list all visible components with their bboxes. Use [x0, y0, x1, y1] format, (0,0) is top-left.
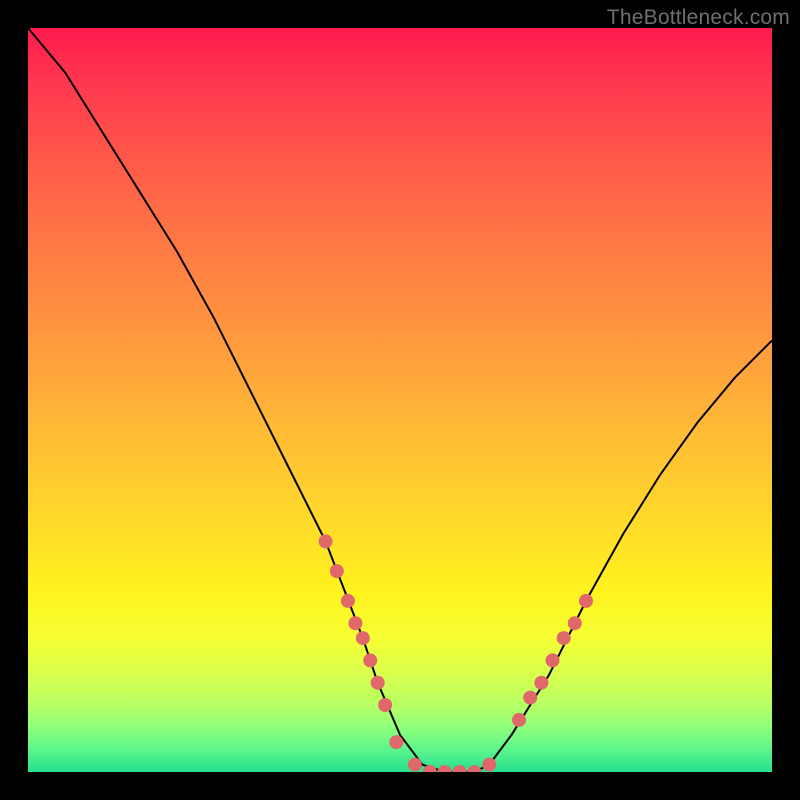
highlight-dot — [371, 676, 385, 690]
highlight-dots-group — [319, 534, 593, 772]
highlight-dot — [534, 676, 548, 690]
chart-frame: TheBottleneck.com — [0, 0, 800, 800]
highlight-dot — [341, 594, 355, 608]
plot-area — [28, 28, 772, 772]
highlight-dot — [389, 735, 403, 749]
highlight-dot — [579, 594, 593, 608]
highlight-dot — [512, 713, 526, 727]
highlight-dot — [467, 765, 481, 772]
highlight-dot — [557, 631, 571, 645]
highlight-dot — [348, 616, 362, 630]
highlight-dot — [523, 691, 537, 705]
bottleneck-curve-path — [28, 28, 772, 772]
highlight-dot — [378, 698, 392, 712]
highlight-dot — [453, 765, 467, 772]
highlight-dot — [356, 631, 370, 645]
highlight-dot — [330, 564, 344, 578]
highlight-dot — [546, 653, 560, 667]
highlight-dot — [408, 758, 422, 772]
highlight-dot — [568, 616, 582, 630]
highlight-dot — [319, 534, 333, 548]
bottleneck-curve-svg — [28, 28, 772, 772]
highlight-dot — [363, 653, 377, 667]
watermark-text: TheBottleneck.com — [607, 6, 790, 30]
highlight-dot — [438, 765, 452, 772]
highlight-dot — [482, 758, 496, 772]
